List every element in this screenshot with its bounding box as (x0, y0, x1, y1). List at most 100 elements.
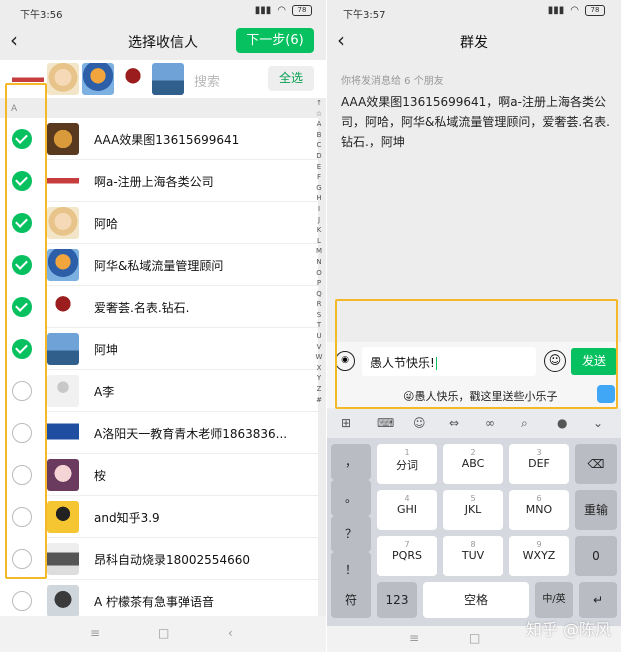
contact-row[interactable]: 桉 (0, 454, 318, 496)
back-icon[interactable]: ‹ (228, 626, 233, 640)
suggestion-bar[interactable]: 😜愚人快乐，戳这里送些小乐子 (327, 382, 621, 408)
index-letter[interactable]: D (312, 151, 326, 162)
grid-icon[interactable]: ⊞ (341, 416, 351, 430)
checkbox-empty-icon[interactable] (12, 381, 32, 401)
contact-row[interactable]: 阿华&私域流量管理顾问 (0, 244, 318, 286)
index-letter[interactable]: R (312, 299, 326, 310)
enter-key[interactable]: ↵ (579, 582, 617, 618)
chevron-down-icon[interactable]: ⌄ (593, 416, 603, 430)
index-letter[interactable]: I (312, 204, 326, 215)
menu-icon[interactable]: ≡ (409, 631, 419, 645)
checkbox-checked-icon[interactable] (12, 213, 32, 233)
checkbox-empty-icon[interactable] (12, 591, 32, 611)
index-letter[interactable]: U (312, 331, 326, 342)
key-comma[interactable]: ， (331, 444, 371, 480)
index-letter[interactable]: X (312, 363, 326, 374)
menu-icon[interactable]: ≡ (90, 626, 100, 640)
index-letter[interactable]: M (312, 246, 326, 257)
cursor-move-icon[interactable]: ⇔ (449, 416, 459, 430)
index-letter[interactable]: B (312, 130, 326, 141)
contact-row[interactable]: A洛阳天一教育青木老师1863836... (0, 412, 318, 454)
selected-avatar[interactable] (47, 63, 79, 95)
contact-row[interactable]: 阿哈 (0, 202, 318, 244)
checkbox-empty-icon[interactable] (12, 507, 32, 527)
index-letter[interactable]: A (312, 119, 326, 130)
index-letter[interactable]: N (312, 257, 326, 268)
contact-row[interactable]: A李 (0, 370, 318, 412)
index-letter[interactable]: L (312, 236, 326, 247)
link-icon[interactable]: ∞ (485, 416, 495, 430)
keyboard-icon[interactable]: ⌨ (377, 416, 394, 430)
checkbox-checked-icon[interactable] (12, 129, 32, 149)
key-0[interactable]: 0 (575, 536, 617, 576)
send-button[interactable]: 发送 (571, 348, 617, 375)
key-2[interactable]: 2 ABC (443, 444, 503, 484)
number-key[interactable]: 123 (377, 582, 417, 618)
selected-avatar[interactable] (117, 63, 149, 95)
index-letter[interactable]: K (312, 225, 326, 236)
message-input[interactable]: 愚人节快乐! (362, 347, 536, 376)
index-letter[interactable]: ↑ (312, 98, 326, 109)
contact-row[interactable]: 阿坤 (0, 328, 318, 370)
app-icon[interactable] (597, 385, 615, 403)
index-letter[interactable]: P (312, 278, 326, 289)
index-letter[interactable]: O (312, 268, 326, 279)
voice-icon[interactable]: ◉ (335, 351, 355, 371)
index-letter[interactable]: ☆ (312, 109, 326, 120)
select-all-button[interactable]: 全选 (268, 66, 314, 91)
key-7[interactable]: 7 PQRS (377, 536, 437, 576)
search-icon[interactable]: ⌕ (521, 416, 528, 431)
selected-avatar[interactable] (152, 63, 184, 95)
index-letter[interactable]: Z (312, 384, 326, 395)
lang-switch-key[interactable]: 中/英 (535, 582, 573, 618)
index-letter[interactable]: W (312, 352, 326, 363)
key-3[interactable]: 3 DEF (509, 444, 569, 484)
next-step-button[interactable]: 下一步(6) (236, 28, 314, 53)
checkbox-checked-icon[interactable] (12, 339, 32, 359)
suggestion-text[interactable]: 😜愚人快乐，戳这里送些小乐子 (403, 388, 557, 404)
selected-avatar[interactable] (82, 63, 114, 95)
key-4[interactable]: 4 GHI (377, 490, 437, 530)
checkbox-checked-icon[interactable] (12, 255, 32, 275)
contact-row[interactable]: 啊a-注册上海各类公司 (0, 160, 318, 202)
index-letter[interactable]: V (312, 342, 326, 353)
selected-avatar[interactable] (12, 63, 44, 95)
user-icon[interactable]: ● (557, 416, 567, 430)
index-letter[interactable]: T (312, 320, 326, 331)
index-letter[interactable]: S (312, 310, 326, 321)
index-letter[interactable]: J (312, 215, 326, 226)
checkbox-empty-icon[interactable] (12, 465, 32, 485)
contact-row[interactable]: 爱奢荟.名表.钻石. (0, 286, 318, 328)
index-letter[interactable]: Y (312, 373, 326, 384)
emoji-icon[interactable]: ☺ (544, 350, 566, 372)
index-letter[interactable]: E (312, 162, 326, 173)
index-letter[interactable]: F (312, 172, 326, 183)
checkbox-empty-icon[interactable] (12, 423, 32, 443)
home-icon[interactable]: □ (158, 626, 169, 640)
key-8[interactable]: 8 TUV (443, 536, 503, 576)
alphabet-index[interactable]: ↑ ☆ A B C D E F G H I J K L M N O P Q R S T U V W X Y Z # (312, 98, 326, 405)
key-1[interactable]: 1 分词 (377, 444, 437, 484)
index-letter[interactable]: Q (312, 289, 326, 300)
symbol-key[interactable]: 符 (331, 582, 371, 618)
index-letter[interactable]: H (312, 193, 326, 204)
key-5[interactable]: 5 JKL (443, 490, 503, 530)
key-question[interactable]: ？ (331, 516, 371, 552)
delete-key[interactable]: ⌫ (575, 444, 617, 484)
checkbox-empty-icon[interactable] (12, 549, 32, 569)
key-9[interactable]: 9 WXYZ (509, 536, 569, 576)
checkbox-checked-icon[interactable] (12, 171, 32, 191)
search-input[interactable]: 搜索 (194, 71, 220, 90)
space-key[interactable]: 空格 (423, 582, 529, 618)
contact-row[interactable]: and知乎3.9 (0, 496, 318, 538)
contact-row[interactable]: 昂科自动烧录18002554660 (0, 538, 318, 580)
contact-row[interactable]: AAA效果图13615699641 (0, 118, 318, 160)
key-period[interactable]: 。 (331, 480, 371, 516)
home-icon[interactable]: □ (469, 631, 480, 645)
index-letter[interactable]: # (312, 395, 326, 406)
index-letter[interactable]: C (312, 140, 326, 151)
emoji-face-icon[interactable]: ☺ (413, 416, 426, 430)
index-letter[interactable]: G (312, 183, 326, 194)
checkbox-checked-icon[interactable] (12, 297, 32, 317)
reset-key[interactable]: 重输 (575, 490, 617, 530)
